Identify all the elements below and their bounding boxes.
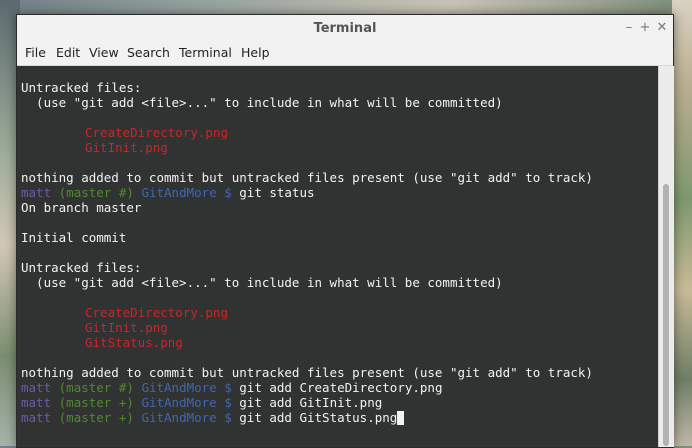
untracked-file: CreateDirectory.png [85,125,228,140]
prompt-line: matt (master +) GitAndMore $ git add Git… [21,395,382,410]
window-title: Terminal [313,21,377,36]
command-text: git add GitInit.png [231,395,383,410]
command-text: git add GitStatus.png [231,410,398,425]
prompt-user: matt [21,395,52,410]
desktop-background-right [672,0,692,446]
prompt-branch: (master #) [58,380,134,395]
untracked-header: Untracked files: [21,260,142,275]
menu-bar: File Edit View Search Terminal Help [17,42,673,66]
prompt-user: matt [21,380,52,395]
prompt-directory: GitAndMore $ [141,380,232,395]
text-cursor [397,411,405,425]
prompt-user: matt [21,185,52,200]
untracked-file: GitStatus.png [85,335,183,350]
menu-view[interactable]: View [89,45,119,60]
nothing-added-message: nothing added to commit but untracked fi… [21,365,593,380]
initial-commit-text: Initial commit [21,230,127,245]
nothing-added-message: nothing added to commit but untracked fi… [21,170,593,185]
prompt-directory: GitAndMore $ [141,410,232,425]
scrollbar-thumb[interactable] [663,184,669,446]
untracked-file: GitInit.png [85,140,168,155]
menu-help[interactable]: Help [241,45,270,60]
prompt-user: matt [21,410,52,425]
untracked-file: GitInit.png [85,320,168,335]
terminal-output[interactable]: Untracked files: (use "git add <file>...… [17,66,658,447]
command-text: git add CreateDirectory.png [231,380,443,395]
menu-edit[interactable]: Edit [56,45,80,60]
terminal-window: Terminal – + ✕ File Edit View Search Ter… [16,14,674,448]
untracked-file: CreateDirectory.png [85,305,228,320]
prompt-directory: GitAndMore $ [141,185,232,200]
prompt-branch: (master +) [58,395,134,410]
add-hint: (use "git add <file>..." to include in w… [21,95,503,110]
prompt-branch: (master +) [58,410,134,425]
close-icon[interactable]: ✕ [654,20,670,35]
on-branch-text: On branch master [21,200,142,215]
prompt-branch: (master #) [58,185,134,200]
vertical-scrollbar[interactable] [658,66,674,447]
menu-terminal[interactable]: Terminal [179,45,232,60]
prompt-directory: GitAndMore $ [141,395,232,410]
menu-file[interactable]: File [25,45,46,60]
prompt-line: matt (master #) GitAndMore $ git add Cre… [21,380,442,395]
minimize-icon[interactable]: – [621,20,637,35]
maximize-icon[interactable]: + [637,20,653,35]
menu-search[interactable]: Search [127,45,170,60]
title-bar[interactable]: Terminal – + ✕ [17,15,673,43]
add-hint: (use "git add <file>..." to include in w… [21,275,503,290]
prompt-line: matt (master +) GitAndMore $ git add Git… [21,410,405,425]
command-text: git status [231,185,315,200]
untracked-header: Untracked files: [21,80,142,95]
prompt-line: matt (master #) GitAndMore $ git status [21,185,315,200]
